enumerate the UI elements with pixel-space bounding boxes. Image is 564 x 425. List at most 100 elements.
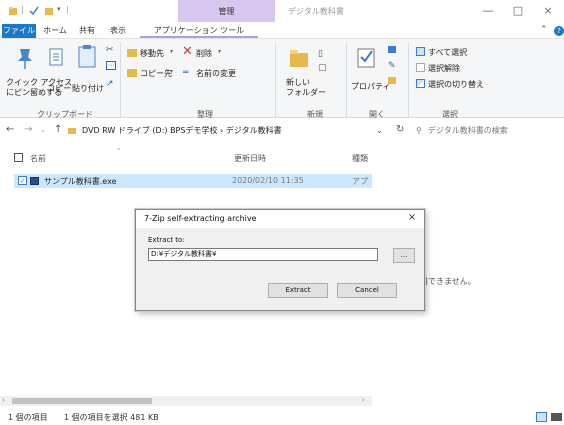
extract-to-label: Extract to: xyxy=(148,236,185,244)
exe-file-icon xyxy=(30,177,39,185)
edit-icon[interactable]: ✎ xyxy=(388,61,396,71)
select-none-icon xyxy=(416,63,425,72)
ribbon-tabs: ファイル ホーム 共有 表示 アプリケーション ツール xyxy=(0,22,564,38)
column-type[interactable]: 種類 xyxy=(352,153,368,164)
qa-separator: | xyxy=(21,5,24,14)
tab-home[interactable]: ホーム xyxy=(40,24,70,38)
refresh-icon[interactable]: ↻ xyxy=(396,124,404,135)
column-name[interactable]: 名前 xyxy=(30,153,46,164)
group-separator xyxy=(408,43,409,117)
recent-locations-icon[interactable]: ⌄ xyxy=(40,126,46,134)
row-checkbox[interactable]: ✓ xyxy=(18,176,27,185)
dialog-titlebar: 7-Zip self-extracting archive × xyxy=(136,210,424,228)
select-all-icon xyxy=(416,47,425,56)
address-dropdown-icon[interactable]: ⌄ xyxy=(376,126,383,135)
scroll-left-icon[interactable]: ‹ xyxy=(2,396,5,404)
select-all-checkbox[interactable] xyxy=(14,153,23,162)
dialog-title: 7-Zip self-extracting archive xyxy=(144,214,257,223)
selection-info: 1 個の項目を選択 481 KB xyxy=(64,413,159,422)
rename-icon: ═ xyxy=(183,68,189,78)
scroll-right-icon[interactable]: › xyxy=(362,396,365,404)
checkmark-icon[interactable] xyxy=(29,5,39,17)
file-row[interactable]: ✓ サンプル教科書.exe 2020/02/10 11:35 アプ xyxy=(14,174,372,188)
extract-path-input[interactable]: D:¥デジタル教科書¥ xyxy=(148,248,378,261)
forward-arrow-icon[interactable]: → xyxy=(24,124,32,135)
delete-icon: ✕ xyxy=(182,44,193,59)
cancel-button[interactable]: Cancel xyxy=(337,283,397,298)
back-arrow-icon[interactable]: ← xyxy=(6,124,14,135)
dialog-close-button[interactable]: × xyxy=(404,212,420,226)
drive-folder-icon xyxy=(68,128,76,134)
copy-button[interactable]: コピー xyxy=(47,83,71,94)
new-item-icon[interactable]: ▯ xyxy=(318,49,323,59)
file-date: 2020/02/10 11:35 xyxy=(232,176,304,185)
qa-separator: | xyxy=(66,5,69,14)
column-date[interactable]: 更新日時 xyxy=(234,153,266,164)
paste-shortcut-icon[interactable]: ↗ xyxy=(106,79,114,89)
copy-to-dropdown-icon[interactable]: ▾ xyxy=(170,68,173,75)
easy-access-icon[interactable]: ▢ xyxy=(318,63,327,73)
move-to-button[interactable]: 移動先 xyxy=(140,48,164,59)
move-to-icon xyxy=(127,49,137,57)
copy-to-icon xyxy=(127,69,137,77)
group-separator xyxy=(120,43,121,117)
select-all-button[interactable]: すべて選択 xyxy=(428,47,467,58)
up-arrow-icon[interactable]: ↑ xyxy=(54,124,62,135)
paste-button[interactable]: 貼り付け xyxy=(72,83,104,94)
qa-dropdown-icon[interactable]: ▾ xyxy=(57,5,61,17)
group-separator xyxy=(346,43,347,117)
ribbon-collapse-icon[interactable]: ⌃ xyxy=(540,25,548,35)
close-button[interactable]: × xyxy=(538,4,558,18)
extract-dialog: 7-Zip self-extracting archive × Extract … xyxy=(135,209,425,311)
details-view-icon[interactable] xyxy=(536,412,547,422)
open-icon[interactable] xyxy=(388,46,396,53)
maximize-button[interactable]: □ xyxy=(508,4,528,18)
tab-file[interactable]: ファイル xyxy=(2,24,36,38)
file-name: サンプル教科書.exe xyxy=(44,177,117,186)
invert-selection-button[interactable]: 選択の切り替え xyxy=(428,79,484,90)
file-type: アプ xyxy=(352,177,368,186)
select-none-button[interactable]: 選択解除 xyxy=(428,63,460,74)
move-to-dropdown-icon[interactable]: ▾ xyxy=(170,48,173,55)
group-separator xyxy=(275,43,276,117)
item-count: 1 個の項目 xyxy=(8,413,48,422)
properties-button[interactable]: プロパティ xyxy=(351,81,391,92)
status-bar: 1 個の項目 1 個の項目を選択 481 KB xyxy=(0,410,564,425)
address-bar[interactable]: DVD RW ドライブ (D:) BPSデモ学校 › デジタル教科書 xyxy=(82,123,372,139)
copy-to-button[interactable]: コピー先 xyxy=(140,68,172,79)
ribbon: クイック アクセス にピン留めする コピー 貼り付け ✂ ⋯ ↗ クリップボード… xyxy=(0,38,564,119)
extract-button[interactable]: Extract xyxy=(268,283,328,298)
search-input[interactable]: ⚲ デジタル教科書の検索 xyxy=(416,123,561,139)
sort-chevron-icon: ⌃ xyxy=(116,147,122,155)
scrollbar-thumb[interactable] xyxy=(12,398,152,404)
properties-icon xyxy=(357,48,375,68)
search-placeholder: デジタル教科書の検索 xyxy=(427,126,508,135)
search-icon: ⚲ xyxy=(416,126,422,135)
cut-icon[interactable]: ✂ xyxy=(106,45,114,55)
new-folder-icon xyxy=(290,50,308,67)
invert-selection-icon xyxy=(416,79,425,88)
copy-path-icon[interactable]: ⋯ xyxy=(106,61,116,70)
window-titlebar: | ▾ | 管理 デジタル教科書 — □ × xyxy=(0,0,564,22)
help-icon[interactable]: ? xyxy=(554,26,564,36)
minimize-button[interactable]: — xyxy=(478,4,498,18)
column-headers: 名前 ⌃ 更新日時 種類 xyxy=(0,147,372,168)
copy-icon xyxy=(49,48,63,66)
browse-button[interactable]: ... xyxy=(393,248,415,263)
address-path: DVD RW ドライブ (D:) BPSデモ学校 › デジタル教科書 xyxy=(82,126,282,135)
tab-share[interactable]: 共有 xyxy=(74,24,100,38)
paste-icon xyxy=(78,45,96,68)
rename-button[interactable]: 名前の変更 xyxy=(196,68,236,79)
window-title: デジタル教科書 xyxy=(288,7,344,16)
context-tab-title: 管理 xyxy=(218,7,235,16)
large-icons-view-icon[interactable] xyxy=(551,413,562,421)
folder-icon[interactable] xyxy=(44,5,54,17)
history-icon[interactable] xyxy=(388,77,396,84)
delete-dropdown-icon[interactable]: ▾ xyxy=(218,48,221,55)
new-folder-button[interactable]: 新しい フォルダー xyxy=(286,78,326,98)
tab-app-tools[interactable]: アプリケーション ツール xyxy=(140,24,258,38)
horizontal-scrollbar[interactable]: ‹ › xyxy=(0,396,372,406)
navigation-bar: ← → ⌄ ↑ DVD RW ドライブ (D:) BPSデモ学校 › デジタル教… xyxy=(0,119,564,143)
tab-view[interactable]: 表示 xyxy=(104,24,132,38)
delete-button[interactable]: 削除 xyxy=(196,48,212,59)
